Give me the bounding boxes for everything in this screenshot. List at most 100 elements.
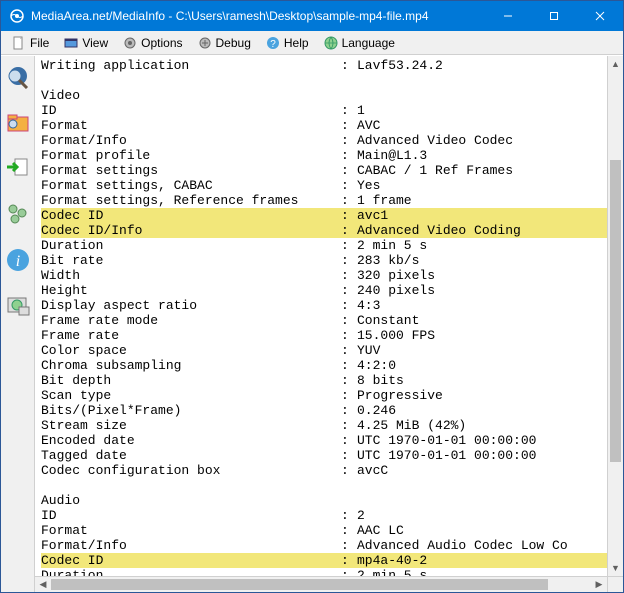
info-value: 4:2:0 [357,358,396,373]
info-value: Main@L1.3 [357,148,427,163]
menu-options[interactable]: Options [116,33,188,53]
info-label: Display aspect ratio [41,298,341,313]
menu-debug-label: Debug [216,36,251,50]
options-icon [122,35,138,51]
colon: : [341,118,357,133]
titlebar[interactable]: MediaArea.net/MediaInfo - C:\Users\rames… [1,1,623,31]
scroll-corner [607,576,623,592]
colon: : [341,403,357,418]
sidebar-folder-icon[interactable] [4,108,32,136]
info-label: Tagged date [41,448,341,463]
menubar: File View Options Debug ? Help Language [1,31,623,55]
info-row-audio-2: Format/Info: Advanced Audio Codec Low Co [41,538,607,553]
info-value: 15.000 FPS [357,328,435,343]
info-row-video-10: Bit rate: 283 kb/s [41,253,607,268]
sidebar-import-icon[interactable] [4,154,32,182]
menu-file[interactable]: File [5,33,55,53]
colon: : [341,538,357,553]
scroll-up-arrow-icon[interactable]: ▲ [608,56,623,72]
sidebar-web-icon[interactable] [4,292,32,320]
info-row-video-16: Color space: YUV [41,343,607,358]
info-value: AVC [357,118,380,133]
info-value: Constant [357,313,419,328]
sidebar: i [1,56,35,592]
info-value: 8 bits [357,373,404,388]
colon: : [341,568,357,576]
sidebar-info-icon[interactable]: i [4,246,32,274]
menu-help-label: Help [284,36,309,50]
vscroll-thumb[interactable] [610,160,621,463]
info-label: Format/Info [41,538,341,553]
info-row-video-21: Stream size: 4.25 MiB (42%) [41,418,607,433]
colon: : [341,358,357,373]
info-label: Format [41,523,341,538]
info-row-video-9: Duration: 2 min 5 s [41,238,607,253]
horizontal-scrollbar[interactable]: ◀ ▶ [35,576,607,592]
maximize-button[interactable] [531,1,577,31]
colon: : [341,553,357,568]
info-value: avcC [357,463,388,478]
colon: : [341,328,357,343]
info-value: UTC 1970-01-01 00:00:00 [357,433,536,448]
info-label: Encoded date [41,433,341,448]
sidebar-open-file-icon[interactable] [4,62,32,90]
info-row-video-3: Format profile: Main@L1.3 [41,148,607,163]
info-label: Codec ID/Info [41,223,341,238]
vertical-scrollbar[interactable]: ▲ ▼ [607,56,623,576]
info-label: Duration [41,568,341,576]
info-label: Format profile [41,148,341,163]
close-button[interactable] [577,1,623,31]
info-value: 4.25 MiB (42%) [357,418,466,433]
info-row-video-6: Format settings, Reference frames: 1 fra… [41,193,607,208]
info-label: Format [41,118,341,133]
info-label: Codec ID [41,208,341,223]
info-value: 0.246 [357,403,396,418]
blank-line [41,478,607,493]
scroll-down-arrow-icon[interactable]: ▼ [608,560,623,576]
info-label: Format settings, CABAC [41,178,341,193]
info-row-audio-4: Duration: 2 min 5 s [41,568,607,576]
colon: : [341,178,357,193]
colon: : [341,148,357,163]
scroll-left-arrow-icon[interactable]: ◀ [35,577,51,592]
info-value: avc1 [357,208,388,223]
info-value: 1 frame [357,193,412,208]
info-row-audio-3: Codec ID: mp4a-40-2 [41,553,607,568]
menu-help[interactable]: ? Help [259,33,315,53]
debug-icon [197,35,213,51]
app-icon [9,8,25,24]
hscroll-thumb[interactable] [51,579,548,590]
vscroll-track[interactable] [608,72,623,560]
info-row-video-17: Chroma subsampling: 4:2:0 [41,358,607,373]
info-label: Height [41,283,341,298]
content-area[interactable]: Writing application: Lavf53.24.2VideoID:… [35,56,607,576]
sidebar-options-icon[interactable] [4,200,32,228]
svg-text:i: i [15,253,19,270]
info-label: Stream size [41,418,341,433]
svg-text:?: ? [270,39,276,50]
info-value: YUV [357,343,380,358]
info-row-video-8: Codec ID/Info: Advanced Video Coding [41,223,607,238]
info-row-video-4: Format settings: CABAC / 1 Ref Frames [41,163,607,178]
file-icon [11,35,27,51]
colon: : [341,388,357,403]
info-value: mp4a-40-2 [357,553,427,568]
info-value: 2 min 5 s [357,568,427,576]
colon: : [341,373,357,388]
info-value: Yes [357,178,380,193]
info-row-video-19: Scan type: Progressive [41,388,607,403]
colon: : [341,463,357,478]
info-label: Duration [41,238,341,253]
menu-language[interactable]: Language [317,33,401,53]
menu-debug[interactable]: Debug [191,33,257,53]
info-row-writing-app: Writing application: Lavf53.24.2 [41,58,607,73]
info-row-video-7: Codec ID: avc1 [41,208,607,223]
info-label: Frame rate [41,328,341,343]
hscroll-track[interactable] [51,577,591,592]
info-value: AAC LC [357,523,404,538]
scroll-right-arrow-icon[interactable]: ▶ [591,577,607,592]
info-value: Advanced Video Codec [357,133,513,148]
minimize-button[interactable] [485,1,531,31]
info-row-video-2: Format/Info: Advanced Video Codec [41,133,607,148]
menu-view[interactable]: View [57,33,114,53]
